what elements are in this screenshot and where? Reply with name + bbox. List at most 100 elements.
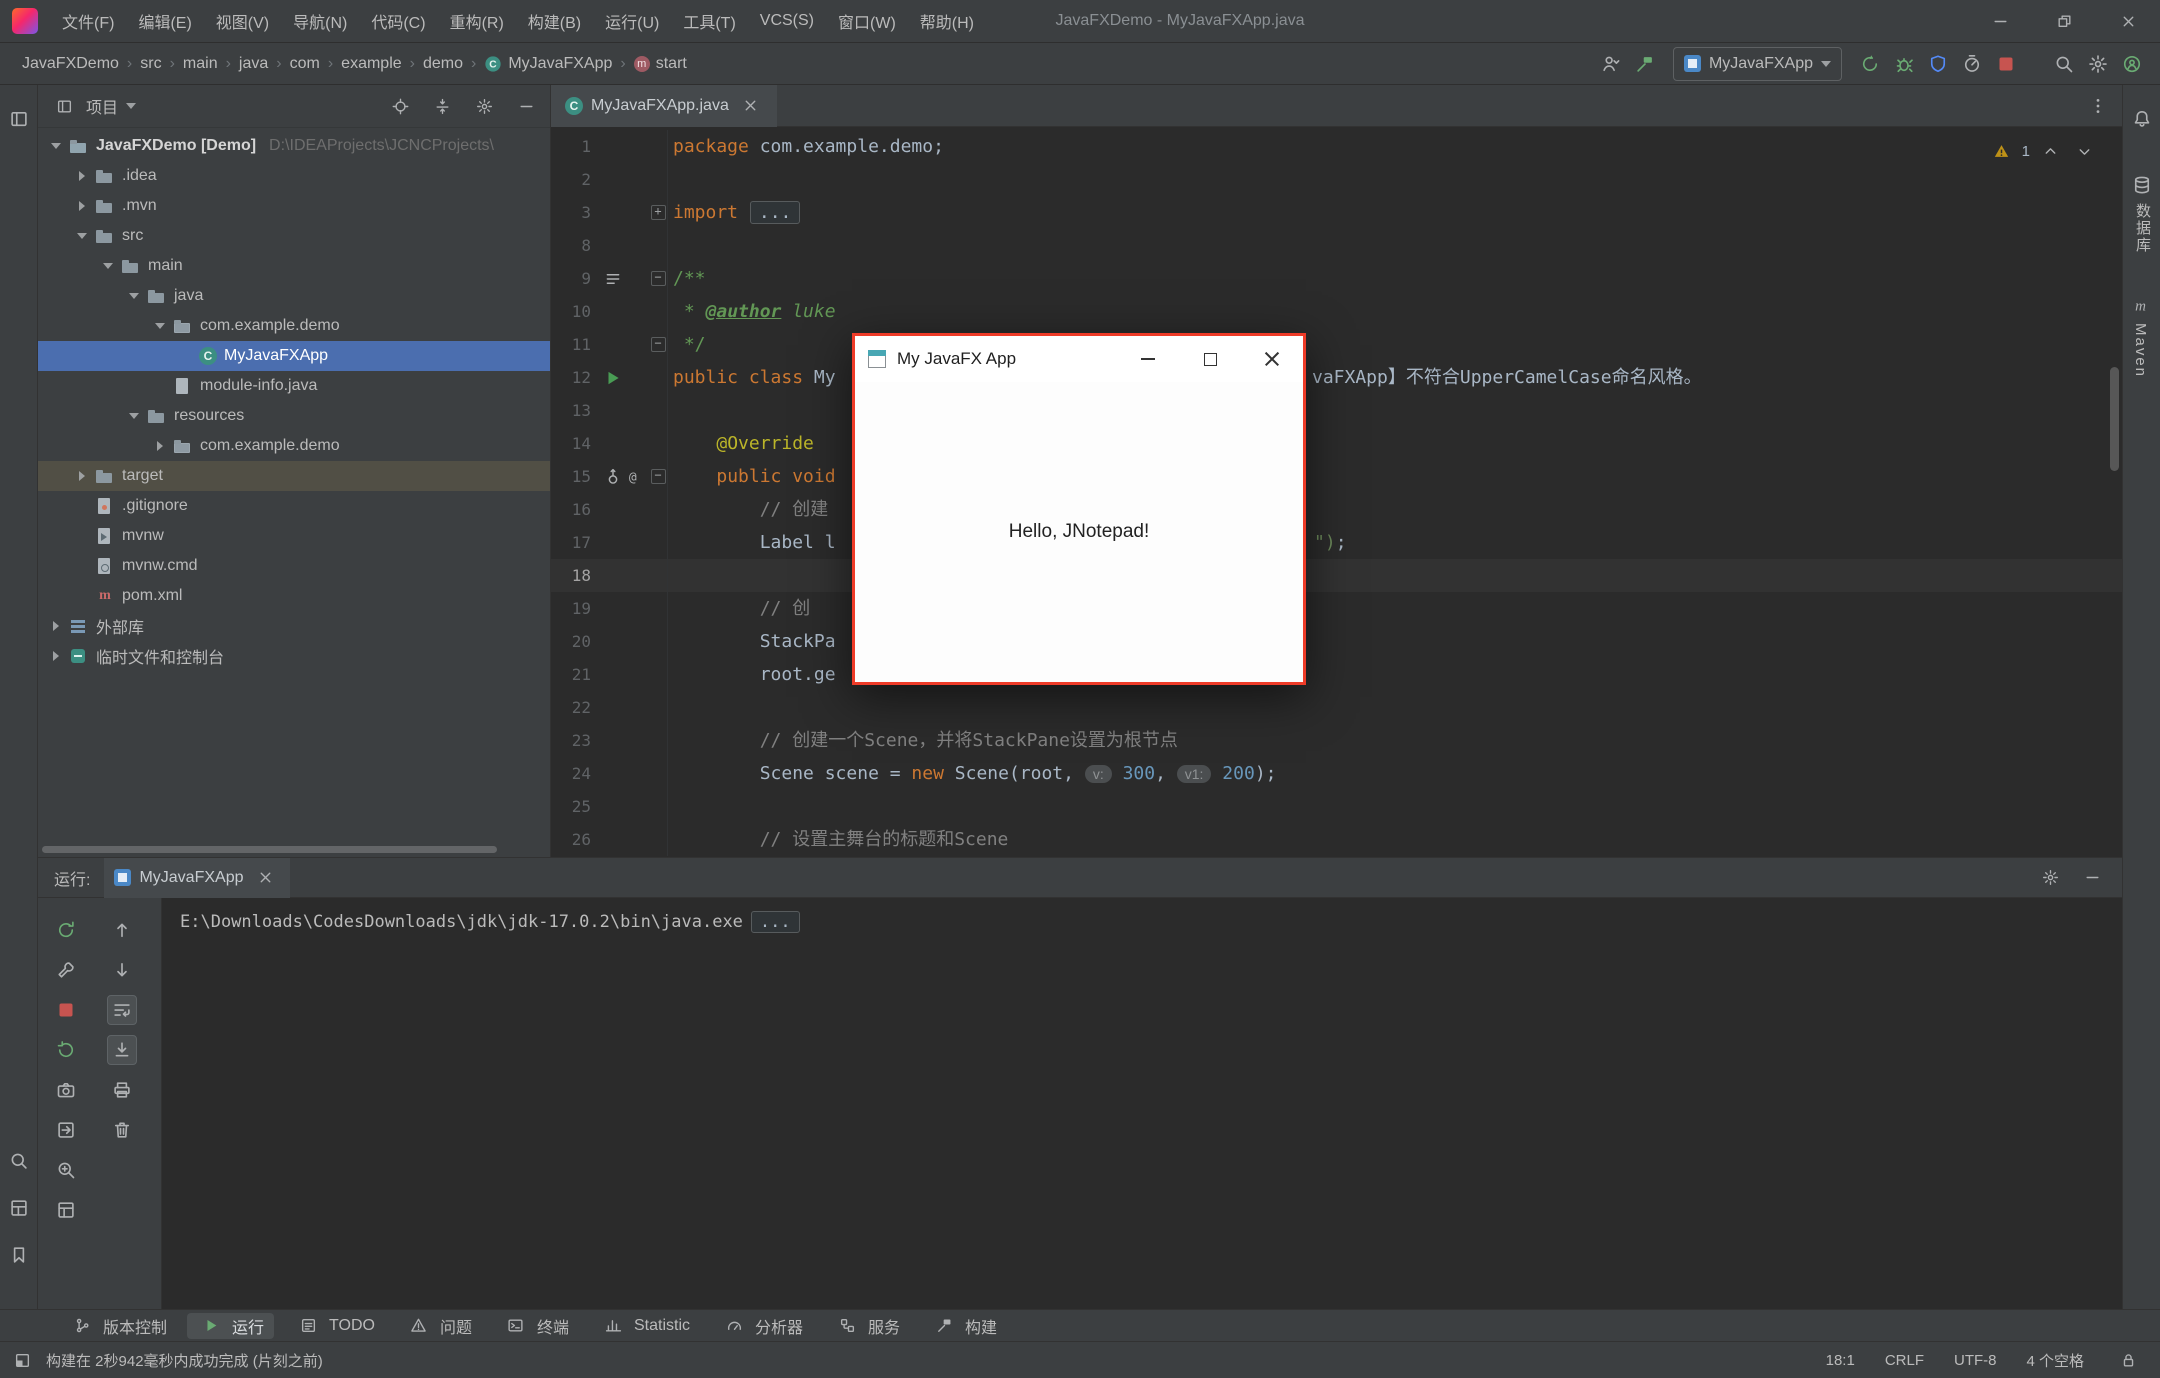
notifications-icon[interactable] — [2128, 105, 2156, 133]
minimize-icon[interactable] — [1968, 0, 2032, 42]
toolwindow-button[interactable]: 运行 — [187, 1313, 274, 1339]
project-tree-row[interactable]: java — [38, 281, 550, 311]
breadcrumb-item[interactable]: main — [179, 53, 222, 75]
menu-item[interactable]: 窗口(W) — [828, 4, 906, 38]
toolwindow-button[interactable]: 版本控制 — [58, 1313, 177, 1339]
run-icon[interactable] — [1856, 50, 1884, 78]
locate-icon[interactable] — [386, 92, 414, 120]
menu-item[interactable]: 工具(T) — [673, 4, 745, 38]
toolwindow-button[interactable]: TODO — [284, 1313, 385, 1339]
project-tool-icon[interactable] — [5, 105, 33, 133]
build-hammer-icon[interactable] — [1631, 50, 1659, 78]
menu-item[interactable]: 编辑(E) — [128, 4, 201, 38]
rerun-icon[interactable] — [52, 916, 80, 944]
project-tree-row[interactable]: module-info.java — [38, 371, 550, 401]
tree-chevron-icon[interactable] — [154, 323, 166, 329]
tree-chevron-icon[interactable] — [50, 651, 62, 661]
breadcrumb-item[interactable]: mstart — [630, 53, 691, 75]
search-icon[interactable] — [2050, 50, 2078, 78]
restart-icon[interactable] — [52, 1036, 80, 1064]
tool-stripe-label[interactable]: Maven — [2132, 323, 2149, 378]
database-icon[interactable] — [2128, 171, 2156, 199]
breadcrumb-item[interactable]: example — [337, 53, 405, 75]
menu-item[interactable]: 导航(N) — [283, 4, 357, 38]
project-tree-row[interactable]: JavaFXDemo [Demo]D:\IDEAProjects\JCNCPro… — [38, 131, 550, 161]
tree-chevron-icon[interactable] — [102, 263, 114, 269]
fold-marker-box[interactable]: + — [651, 205, 666, 220]
breadcrumb-item[interactable]: src — [136, 53, 165, 75]
close-icon[interactable] — [737, 92, 765, 120]
fold-marker[interactable]: − — [649, 328, 667, 361]
layout-tool-icon[interactable] — [5, 1194, 33, 1222]
dialog-titlebar[interactable]: My JavaFX App — [855, 336, 1303, 382]
project-tree-row[interactable]: src — [38, 221, 550, 251]
editor-tab[interactable]: MyJavaFXApp.java — [551, 85, 777, 127]
build-settings-icon[interactable] — [52, 956, 80, 984]
project-tree-row[interactable]: pom.xml — [38, 581, 550, 611]
line-separator[interactable]: CRLF — [1885, 1352, 1924, 1369]
layout-settings-icon[interactable] — [52, 1196, 80, 1224]
project-tree-row[interactable]: mvnw — [38, 521, 550, 551]
project-tree-row[interactable]: .idea — [38, 161, 550, 191]
fold-marker-box[interactable]: − — [651, 469, 666, 484]
override-icon[interactable] — [603, 467, 623, 487]
annotation-icon[interactable]: @ — [625, 467, 645, 487]
file-encoding[interactable]: UTF-8 — [1954, 1352, 1997, 1369]
project-tree-row[interactable]: resources — [38, 401, 550, 431]
user-icon[interactable] — [1597, 50, 1625, 78]
toolwindow-button[interactable]: 构建 — [920, 1313, 1007, 1339]
breadcrumb-item[interactable]: demo — [419, 53, 467, 75]
filter-icon[interactable] — [52, 1156, 80, 1184]
indent-style[interactable]: 4 个空格 — [2026, 1350, 2084, 1371]
breadcrumb-item[interactable]: java — [235, 53, 272, 75]
project-tree-row[interactable]: main — [38, 251, 550, 281]
menu-item[interactable]: 文件(F) — [52, 4, 124, 38]
breadcrumb-item[interactable]: JavaFXDemo — [18, 53, 123, 75]
caret-position[interactable]: 18:1 — [1826, 1352, 1855, 1369]
soft-wrap-icon[interactable] — [107, 995, 137, 1025]
code-with-me-icon[interactable] — [2118, 50, 2146, 78]
toolwindow-button[interactable]: 问题 — [395, 1313, 482, 1339]
toolwindow-button[interactable]: 服务 — [823, 1313, 910, 1339]
javafx-app-window[interactable]: My JavaFX App Hello, JNotepad! — [852, 333, 1306, 685]
thread-dump-icon[interactable] — [52, 1076, 80, 1104]
breadcrumb-item[interactable]: MyJavaFXApp — [480, 53, 616, 75]
dialog-minimize-button[interactable] — [1117, 336, 1179, 382]
hide-icon[interactable] — [512, 92, 540, 120]
menu-item[interactable]: 代码(C) — [361, 4, 435, 38]
stop-icon[interactable] — [1992, 50, 2020, 78]
editor-scrollbar[interactable] — [2110, 367, 2119, 471]
scroll-end-icon[interactable] — [107, 1035, 137, 1065]
fold-marker[interactable]: − — [649, 262, 667, 295]
toolwindow-button[interactable]: Statistic — [589, 1313, 700, 1339]
project-tree-row[interactable]: .gitignore — [38, 491, 550, 521]
toolwindow-switcher-icon[interactable] — [8, 1346, 36, 1374]
breadcrumb-item[interactable]: com — [286, 53, 324, 75]
menu-item[interactable]: 重构(R) — [440, 4, 514, 38]
stack-up-icon[interactable] — [108, 916, 136, 944]
tree-chevron-icon[interactable] — [76, 233, 88, 239]
close-icon[interactable] — [2096, 0, 2160, 42]
project-tree-row[interactable]: MyJavaFXApp — [38, 341, 550, 371]
project-tree-row[interactable]: com.example.demo — [38, 431, 550, 461]
more-icon[interactable] — [2084, 92, 2112, 120]
fold-marker[interactable]: + — [649, 196, 667, 229]
tree-chevron-icon[interactable] — [128, 293, 140, 299]
open-results-icon[interactable] — [52, 1116, 80, 1144]
restore-icon[interactable] — [2032, 0, 2096, 42]
menu-item[interactable]: 视图(V) — [206, 4, 279, 38]
project-tree-row[interactable]: 外部库 — [38, 611, 550, 641]
settings-icon[interactable] — [2036, 864, 2064, 892]
run-console[interactable]: E:\Downloads\CodesDownloads\jdk\jdk-17.0… — [162, 898, 2122, 1309]
tree-chevron-icon[interactable] — [76, 201, 88, 211]
tree-chevron-icon[interactable] — [76, 471, 88, 481]
tree-chevron-icon[interactable] — [76, 171, 88, 181]
hide-icon[interactable] — [2078, 864, 2106, 892]
clear-all-icon[interactable] — [108, 1116, 136, 1144]
settings-icon[interactable] — [2084, 50, 2112, 78]
run-tab[interactable]: MyJavaFXApp — [104, 858, 289, 898]
maven-icon[interactable]: m — [2128, 291, 2156, 319]
render-doc-icon[interactable] — [603, 269, 623, 289]
chevron-down-icon[interactable] — [126, 103, 136, 109]
menu-item[interactable]: 帮助(H) — [910, 4, 984, 38]
